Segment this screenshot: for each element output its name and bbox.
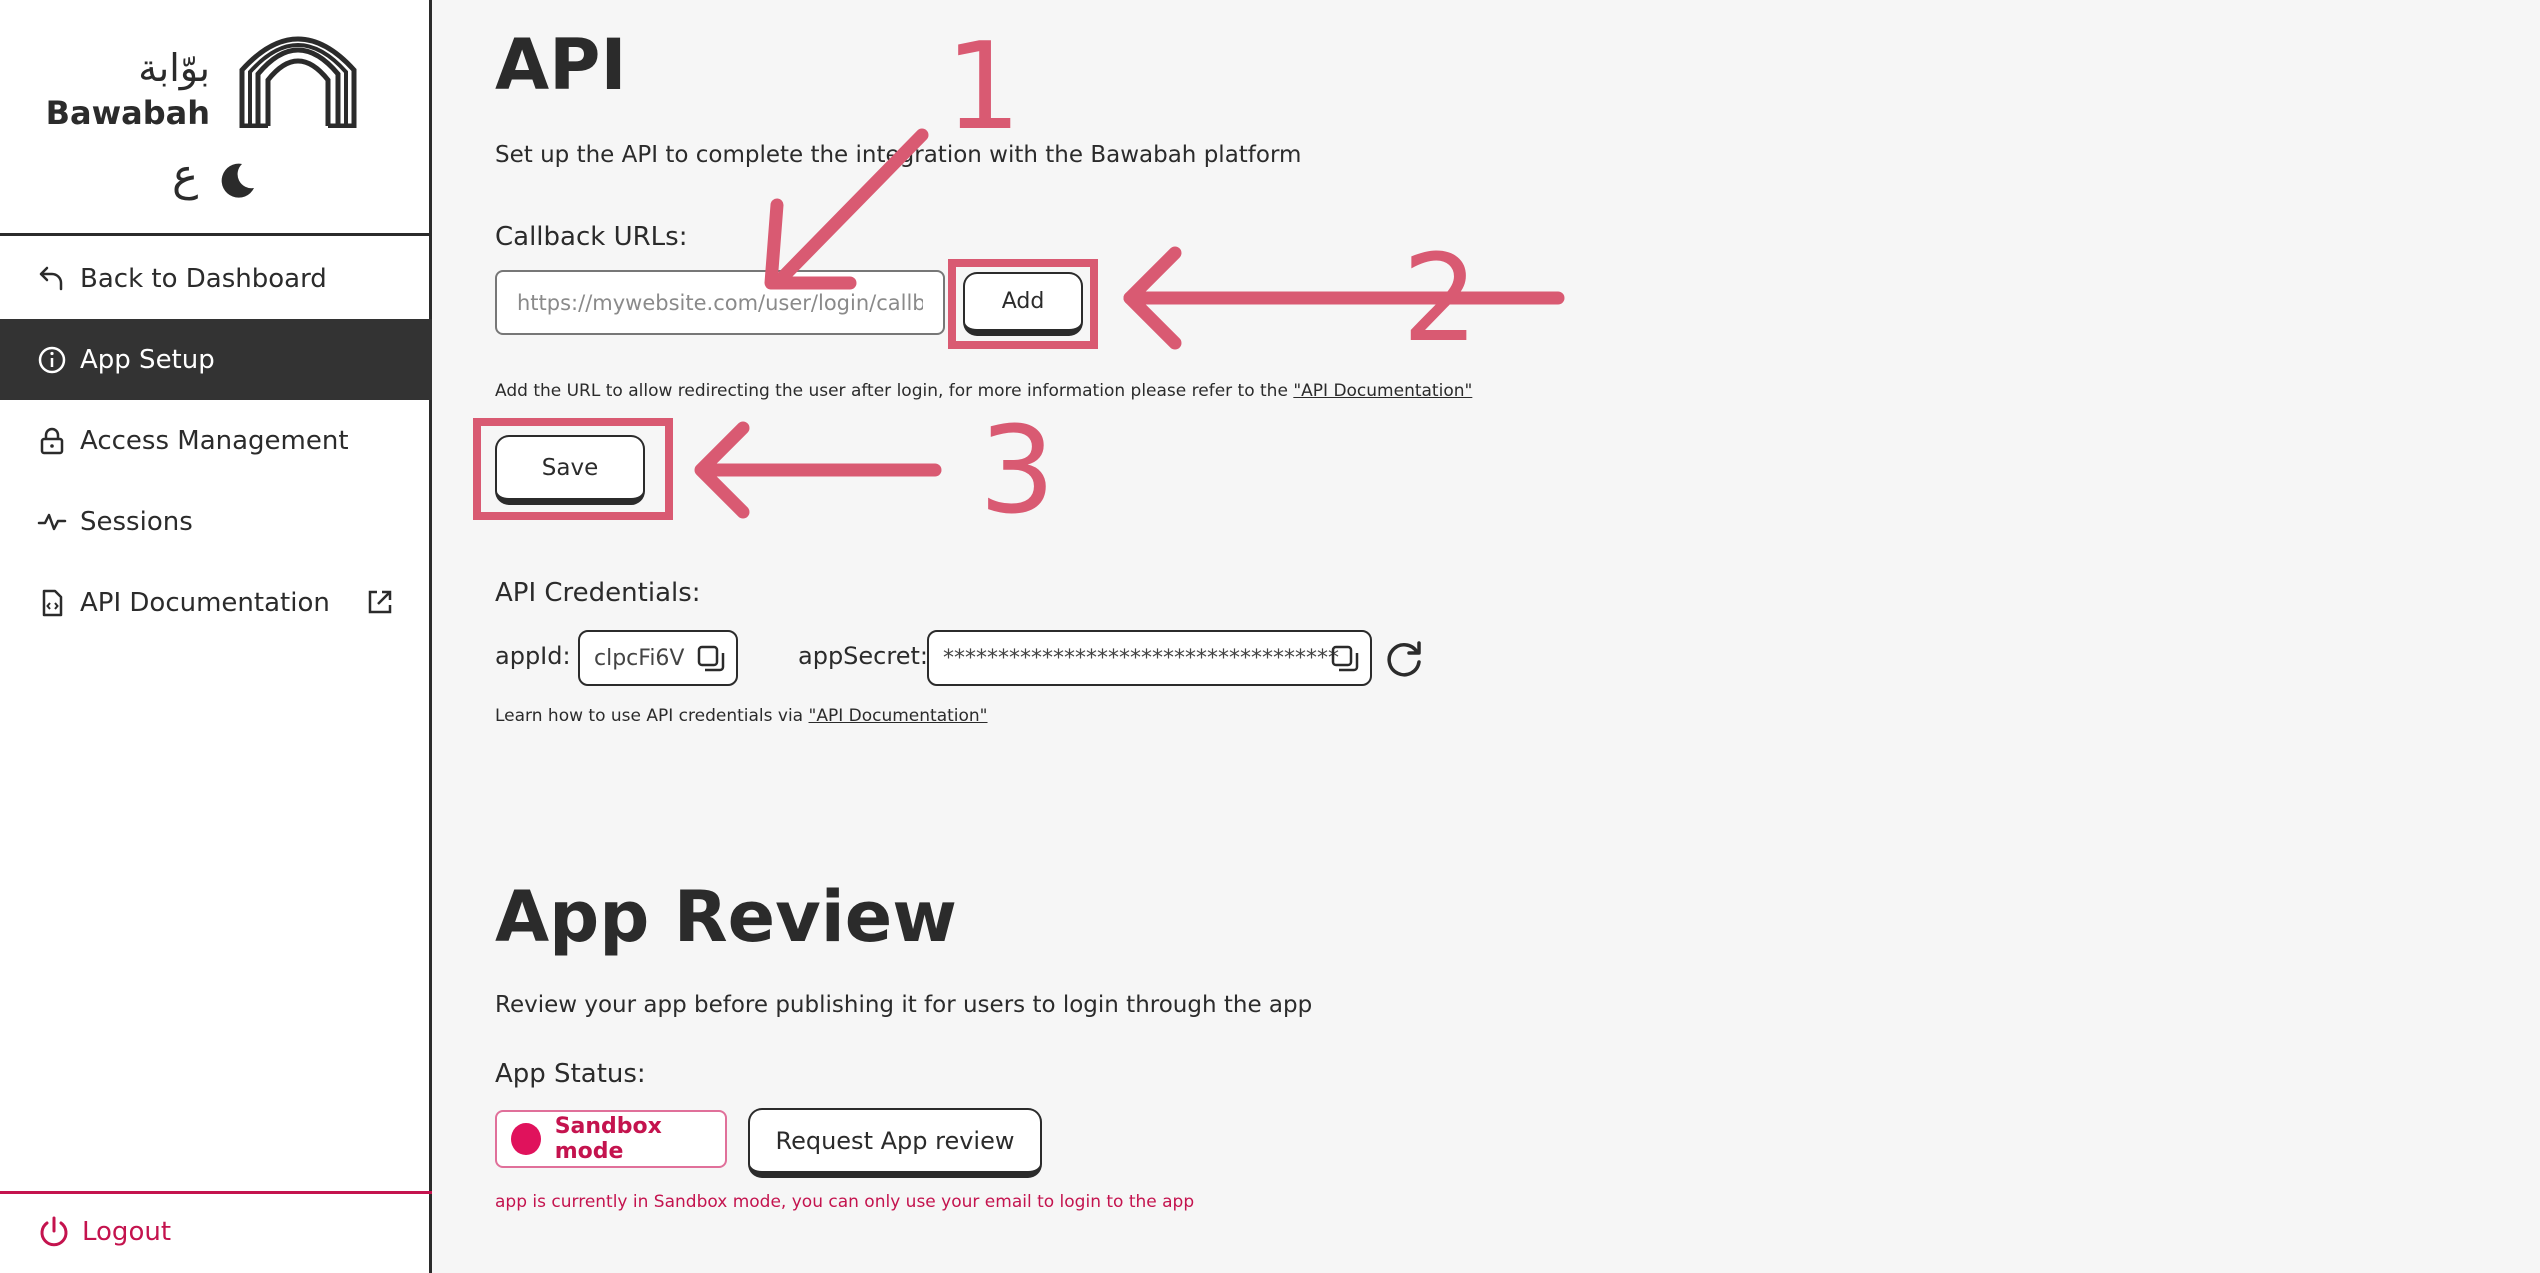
sidebar-item-label: Back to Dashboard <box>80 263 327 294</box>
api-documentation-link[interactable]: "API Documentation" <box>809 706 988 726</box>
lock-icon <box>36 425 68 457</box>
info-icon <box>36 344 68 376</box>
arch-logo-icon <box>239 36 357 128</box>
sidebar-item-api-documentation[interactable]: API Documentation <box>0 562 432 643</box>
logout-divider <box>0 1191 432 1194</box>
credentials-help-text: Learn how to use API credentials via "AP… <box>495 706 988 726</box>
brand-arabic-name: بوّابة <box>138 46 210 90</box>
back-arrow-icon <box>36 263 68 295</box>
logout-button[interactable]: Logout <box>36 1214 171 1250</box>
app-review-title: App Review <box>495 876 957 958</box>
refresh-icon[interactable] <box>1383 638 1425 680</box>
sidebar: بوّابة Bawabah ع Back to Dashboard App S… <box>0 0 432 1273</box>
sandbox-note: app is currently in Sandbox mode, you ca… <box>495 1192 1195 1212</box>
api-title: API <box>495 24 627 106</box>
annotation-number-3: 3 <box>979 402 1056 541</box>
app-id-field: clpcFi6V <box>578 630 738 686</box>
annotation-number-2: 2 <box>1402 230 1479 369</box>
sidebar-item-label: App Setup <box>80 344 215 375</box>
status-value: Sandbox mode <box>554 1114 662 1164</box>
copy-icon[interactable] <box>1330 644 1360 674</box>
app-secret-field: ************************************ <box>927 630 1372 686</box>
sidebar-item-app-setup[interactable]: App Setup <box>0 319 432 400</box>
external-link-icon <box>368 590 392 614</box>
app-id-value: clpcFi6V <box>594 645 685 671</box>
sidebar-item-label: API Documentation <box>80 587 330 618</box>
callback-url-input[interactable] <box>495 270 945 335</box>
request-app-review-button[interactable]: Request App review <box>748 1108 1042 1178</box>
callback-help-text: Add the URL to allow redirecting the use… <box>495 381 1472 401</box>
annotation-box-save <box>473 418 673 520</box>
status-badge: Sandbox mode <box>495 1110 727 1168</box>
main-content: API Set up the API to complete the integ… <box>435 0 2540 1273</box>
app-id-label: appId: <box>495 642 571 670</box>
callback-urls-label: Callback URLs: <box>495 222 688 252</box>
annotation-number-1: 1 <box>945 18 1022 157</box>
app-review-description: Review your app before publishing it for… <box>495 992 1313 1018</box>
annotation-arrows <box>694 128 1565 519</box>
api-credentials-label: API Credentials: <box>495 578 701 608</box>
brand-name: Bawabah <box>45 94 210 132</box>
sidebar-item-label: Access Management <box>80 425 349 456</box>
moon-icon[interactable] <box>216 160 256 200</box>
arrow-3-head <box>694 421 750 519</box>
api-description: Set up the API to complete the integrati… <box>495 142 1302 168</box>
arrow-2-head <box>1123 246 1182 350</box>
annotation-box-add <box>948 259 1098 349</box>
sidebar-divider <box>0 233 432 236</box>
language-toggle[interactable]: ع <box>172 150 198 201</box>
logout-label: Logout <box>82 1217 172 1247</box>
sidebar-item-back-to-dashboard[interactable]: Back to Dashboard <box>0 238 432 319</box>
status-dot <box>511 1123 541 1155</box>
sidebar-item-access-management[interactable]: Access Management <box>0 400 432 481</box>
activity-icon <box>36 506 68 538</box>
copy-icon[interactable] <box>696 644 726 674</box>
sidebar-nav: Back to Dashboard App Setup Access Manag… <box>0 238 432 643</box>
credentials-help-prefix: Learn how to use API credentials via <box>495 706 809 726</box>
api-documentation-link[interactable]: "API Documentation" <box>1293 381 1472 401</box>
code-file-icon <box>36 587 68 619</box>
app-status-label: App Status: <box>495 1059 646 1089</box>
callback-help-prefix: Add the URL to allow redirecting the use… <box>495 381 1294 401</box>
brand[interactable]: بوّابة Bawabah <box>46 22 360 132</box>
app-secret-label: appSecret: <box>798 642 928 670</box>
sidebar-item-label: Sessions <box>80 506 193 537</box>
app-secret-value: ************************************ <box>943 645 1339 671</box>
sidebar-item-sessions[interactable]: Sessions <box>0 481 432 562</box>
power-icon <box>40 1216 68 1247</box>
